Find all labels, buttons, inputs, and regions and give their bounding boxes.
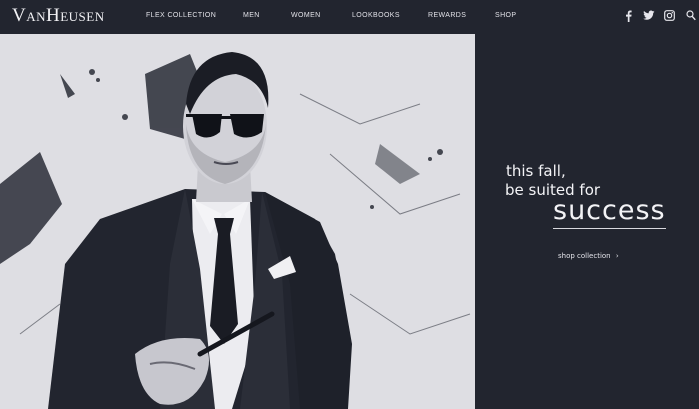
search-icon[interactable] xyxy=(686,10,696,24)
nav-item-shop[interactable]: SHOP xyxy=(495,12,516,19)
headline-emphasis: success xyxy=(553,195,666,229)
shop-collection-label: shop collection xyxy=(558,252,611,260)
brand-logo[interactable]: VanHeusen xyxy=(12,5,105,27)
hero-text-panel: this fall, be suited for success shop co… xyxy=(475,34,699,409)
hero-headline: this fall, be suited for success xyxy=(475,162,699,242)
nav-item-flex-collection[interactable]: FLEX COLLECTION xyxy=(146,12,216,19)
twitter-icon[interactable] xyxy=(643,10,655,24)
chevron-right-icon: › xyxy=(615,252,619,260)
nav-item-men[interactable]: MEN xyxy=(243,12,260,19)
nav-item-rewards[interactable]: REWARDS xyxy=(428,12,466,19)
nav-item-women[interactable]: WOMEN xyxy=(291,12,321,19)
facebook-icon[interactable] xyxy=(625,10,632,24)
instagram-icon[interactable] xyxy=(664,10,675,24)
header: VanHeusen FLEX COLLECTION MEN WOMEN LOOK… xyxy=(0,0,699,34)
headline-line-1: this fall, xyxy=(506,162,566,180)
nav-item-lookbooks[interactable]: LOOKBOOKS xyxy=(352,12,400,19)
shop-collection-link[interactable]: shop collection › xyxy=(558,252,619,260)
hero-image[interactable] xyxy=(0,34,475,409)
